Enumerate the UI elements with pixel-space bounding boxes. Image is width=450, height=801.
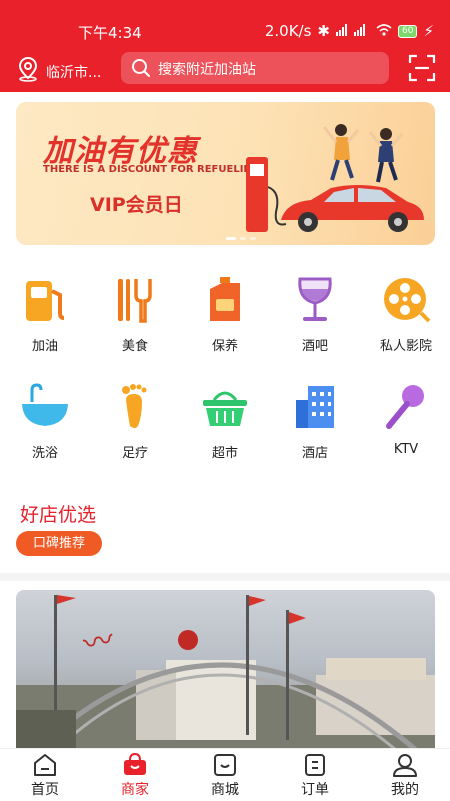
shop-bag-icon [124, 753, 146, 775]
category-label: KTV [393, 442, 419, 457]
tab-label: 商家 [121, 782, 149, 798]
signal-icon [336, 22, 370, 40]
recommend-tag-button[interactable]: 口碑推荐 [16, 531, 102, 556]
tab-home[interactable]: 首页 [0, 749, 90, 801]
pagination-dot[interactable] [240, 237, 246, 240]
tab-label: 我的 [391, 782, 419, 798]
category-maintenance[interactable]: 保养 [185, 275, 265, 354]
svg-text:〰: 〰 [80, 622, 117, 662]
charging-icon: ⚡ [423, 22, 434, 40]
banner-vip-label: VIP会员日 [90, 194, 183, 216]
category-label: 酒店 [301, 446, 328, 461]
tab-label: 订单 [301, 782, 329, 798]
hotel-building-icon [290, 382, 340, 432]
pagination-dot[interactable] [226, 237, 236, 240]
promo-banner[interactable]: 加油有优惠 THERE IS A DISCOUNT FOR REFUELING … [16, 102, 435, 245]
category-label: 保养 [211, 339, 238, 354]
category-label: 超市 [211, 446, 238, 461]
category-label: 美食 [121, 339, 148, 354]
tab-merchants[interactable]: 商家 [90, 749, 180, 801]
category-bath[interactable]: 洗浴 [5, 382, 85, 461]
profile-icon [393, 754, 417, 777]
section-title: 好店优选 [20, 504, 97, 526]
status-bar: 下午4:34 2.0K/s ✱ 60 ⚡ [0, 0, 450, 50]
footprint-icon [110, 382, 160, 432]
banner-pagination [226, 237, 256, 240]
mall-icon [214, 754, 236, 776]
scan-icon[interactable] [408, 54, 436, 86]
order-icon [305, 754, 325, 776]
category-private-cinema[interactable]: 私人影院 [366, 275, 446, 354]
banner-subtitle: THERE IS A DISCOUNT FOR REFUELING [43, 164, 261, 175]
location-pin-icon[interactable] [16, 56, 40, 86]
store-card-image[interactable]: 〰 [16, 590, 435, 750]
network-speed: 2.0K/s [264, 22, 312, 40]
category-ktv[interactable]: KTV [366, 382, 446, 457]
banner-illustration [246, 124, 424, 232]
category-fuel[interactable]: 加油 [5, 275, 85, 354]
wine-glass-icon [290, 275, 340, 325]
category-bar[interactable]: 酒吧 [275, 275, 355, 354]
wifi-icon [376, 22, 392, 40]
tab-label: 首页 [31, 782, 59, 798]
tab-orders[interactable]: 订单 [270, 749, 360, 801]
top-header: 临沂市... 搜索附近加油站 [0, 50, 450, 92]
basket-icon [200, 382, 250, 432]
category-label: 私人影院 [379, 339, 432, 354]
microphone-icon [381, 382, 431, 432]
category-label: 洗浴 [31, 446, 58, 461]
search-placeholder: 搜索附近加油站 [158, 62, 256, 78]
search-icon [131, 58, 151, 82]
category-foot-massage[interactable]: 足疗 [95, 382, 175, 461]
fuel-pump-icon [20, 275, 70, 325]
category-label: 酒吧 [301, 339, 328, 354]
pagination-dot[interactable] [250, 237, 256, 240]
tab-mall[interactable]: 商城 [180, 749, 270, 801]
status-indicators: 2.0K/s ✱ 60 ⚡ [265, 22, 434, 40]
status-time: 下午4:34 [78, 24, 142, 42]
film-reel-icon [381, 275, 431, 325]
category-label: 足疗 [121, 446, 148, 461]
bluetooth-icon: ✱ [317, 22, 330, 40]
section-divider [0, 573, 450, 581]
battery-icon: 60 [398, 24, 418, 38]
tab-profile[interactable]: 我的 [360, 749, 450, 801]
tab-label: 商城 [211, 782, 239, 798]
category-label: 加油 [31, 339, 58, 354]
category-food[interactable]: 美食 [95, 275, 175, 354]
location-selector[interactable]: 临沂市... [46, 62, 101, 82]
search-input[interactable]: 搜索附近加油站 [121, 52, 389, 84]
category-supermarket[interactable]: 超市 [185, 382, 265, 461]
oil-can-icon [200, 275, 250, 325]
category-hotel[interactable]: 酒店 [275, 382, 355, 461]
bathtub-icon [20, 382, 70, 432]
bottom-tab-bar: 首页 商家 商城 订单 我的 [0, 748, 450, 801]
store-photo: 〰 [16, 595, 435, 750]
home-icon [34, 754, 56, 776]
fork-knife-icon [110, 275, 160, 325]
